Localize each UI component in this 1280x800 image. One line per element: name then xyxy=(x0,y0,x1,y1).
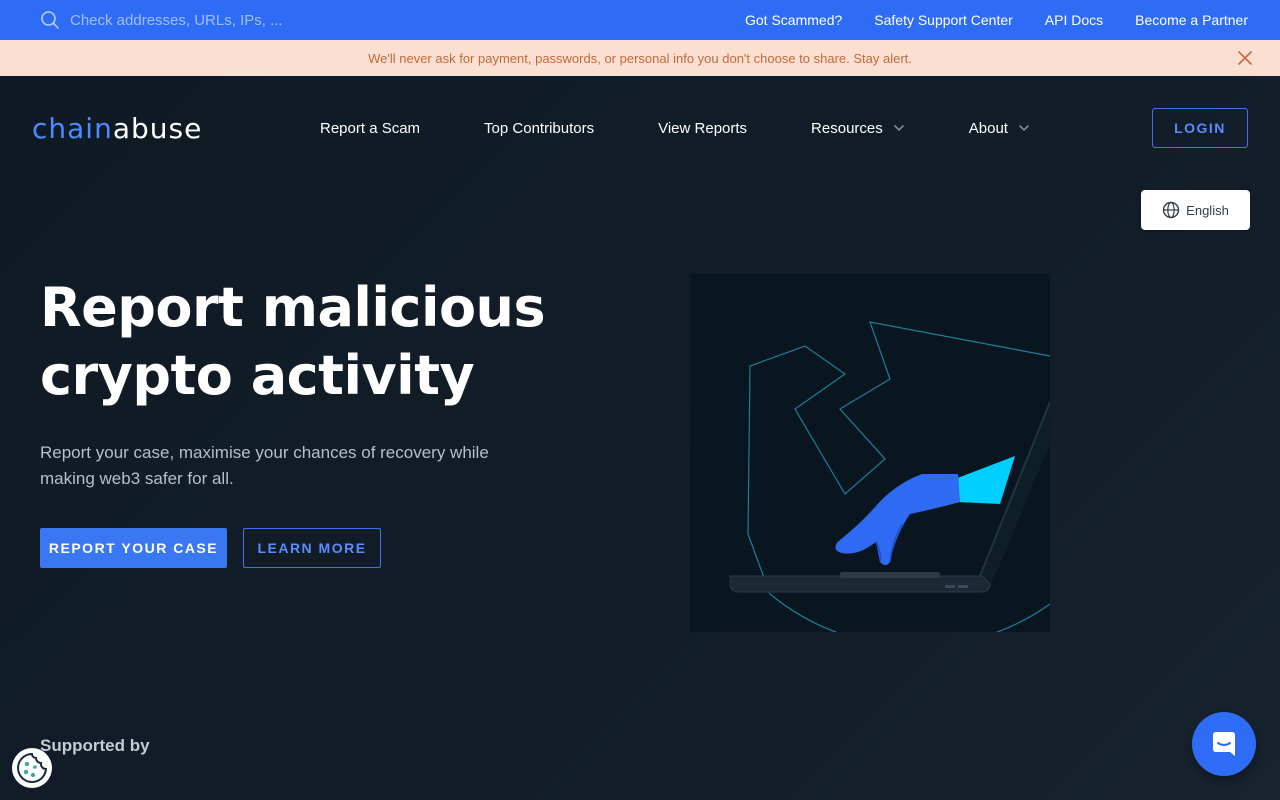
nav-menu: Report a Scam Top Contributors View Repo… xyxy=(320,116,1030,140)
nav-item-label: Report a Scam xyxy=(320,119,421,137)
hero-section: chainabuse Report a Scam Top Contributor… xyxy=(0,76,1280,800)
laptop-hand-illustration xyxy=(729,321,1051,648)
link-api-docs[interactable]: API Docs xyxy=(1045,12,1103,28)
logo-part-abuse: abuse xyxy=(112,112,203,145)
nav-item-label: View Reports xyxy=(658,119,748,137)
hero-title-line-2: crypto activity xyxy=(40,344,475,407)
chat-icon xyxy=(1213,732,1235,756)
login-button[interactable]: LOGIN xyxy=(1152,108,1248,148)
language-label: English xyxy=(1186,202,1229,218)
search-input[interactable] xyxy=(70,11,530,29)
nav-item-label: Top Contributors xyxy=(484,119,595,137)
nav-item-top-contributors[interactable]: Top Contributors xyxy=(484,120,594,137)
search-bar xyxy=(40,0,560,40)
nav-item-view-reports[interactable]: View Reports xyxy=(658,120,747,137)
utility-links: Got Scammed? Safety Support Center API D… xyxy=(745,0,1248,40)
nav-item-resources[interactable]: Resources xyxy=(811,120,905,137)
chat-widget-button[interactable] xyxy=(1192,712,1256,776)
hero-title: Report malicious crypto activity xyxy=(40,274,600,410)
link-safety-support-center[interactable]: Safety Support Center xyxy=(874,12,1013,28)
hero-subtitle-line-2: making web3 safer for all. xyxy=(40,469,234,488)
learn-more-button[interactable]: LEARN MORE xyxy=(243,528,381,568)
supported-by-heading: Supported by xyxy=(40,736,150,755)
top-utility-bar: Got Scammed? Safety Support Center API D… xyxy=(0,0,1280,40)
safety-alert-banner: We'll never ask for payment, passwords, … xyxy=(0,40,1280,76)
logo-part-chain: chain xyxy=(32,112,113,145)
language-selector[interactable]: English xyxy=(1141,190,1250,230)
link-become-a-partner[interactable]: Become a Partner xyxy=(1135,12,1248,28)
cookie-settings-button[interactable] xyxy=(12,748,52,788)
cookie-icon xyxy=(17,752,48,783)
nav-item-label: About xyxy=(968,119,1008,137)
nav-item-about[interactable]: About xyxy=(969,120,1030,137)
alert-message: We'll never ask for payment, passwords, … xyxy=(368,50,912,66)
hero-illustration xyxy=(690,274,1051,648)
nav-item-label: Resources xyxy=(811,119,883,137)
globe-icon xyxy=(1162,201,1180,219)
close-icon[interactable] xyxy=(1236,49,1254,67)
chainabuse-logo[interactable]: chainabuse xyxy=(32,112,202,145)
nav-item-report-a-scam[interactable]: Report a Scam xyxy=(320,120,420,137)
chevron-down-icon xyxy=(893,124,904,132)
hero-subtitle: Report your case, maximise your chances … xyxy=(40,440,560,492)
link-got-scammed[interactable]: Got Scammed? xyxy=(745,12,842,28)
main-nav: chainabuse Report a Scam Top Contributor… xyxy=(0,76,1280,180)
search-icon xyxy=(41,11,59,29)
hero-subtitle-line-1: Report your case, maximise your chances … xyxy=(40,443,489,462)
report-your-case-button[interactable]: REPORT YOUR CASE xyxy=(40,528,227,568)
hero-title-line-1: Report malicious xyxy=(40,276,546,339)
chevron-down-icon xyxy=(1018,124,1029,132)
